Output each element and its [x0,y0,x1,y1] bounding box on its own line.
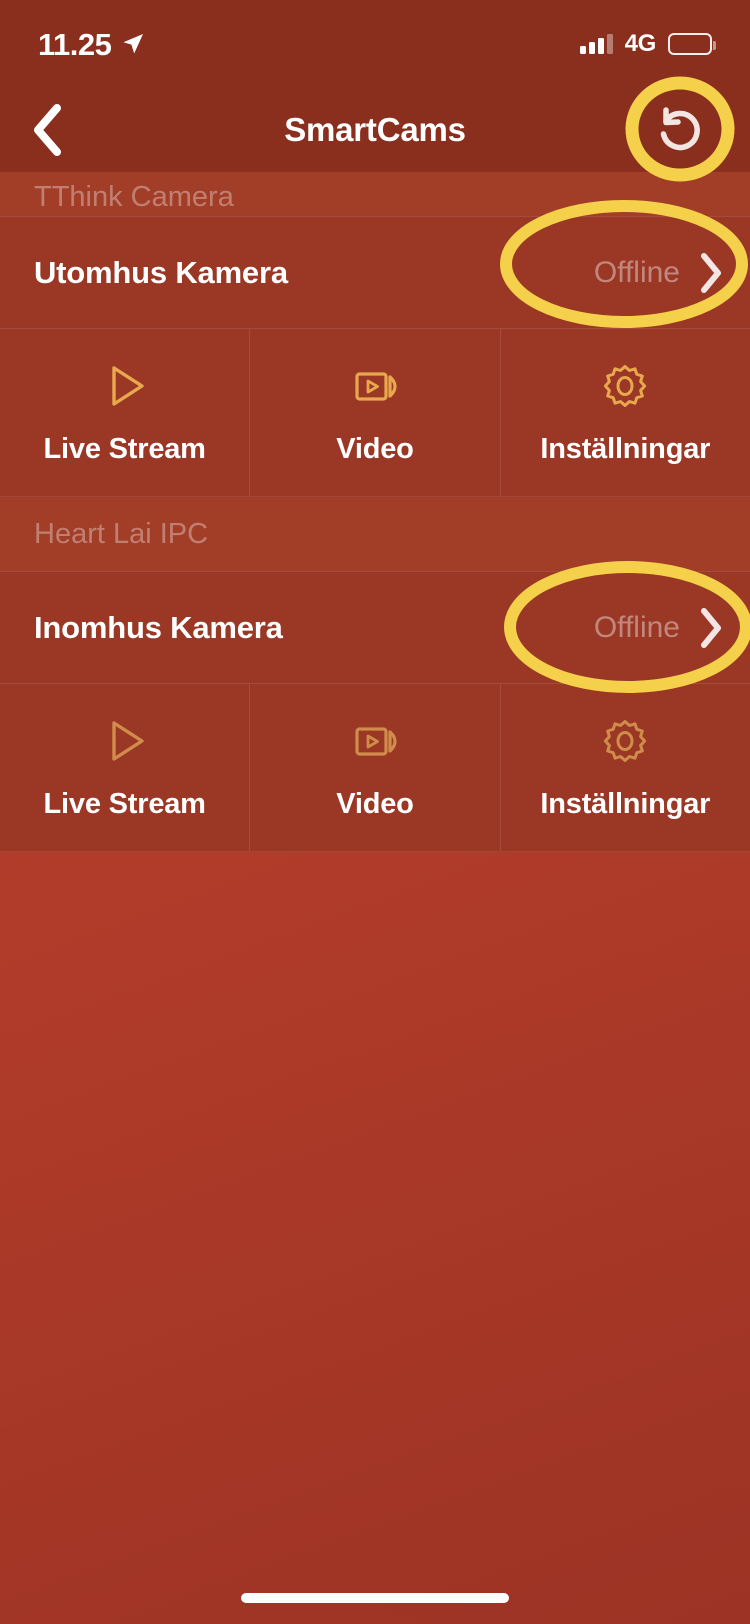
action-label: Video [336,433,414,465]
play-triangle-icon [98,359,152,413]
location-arrow-icon [123,34,144,54]
camera-group-1: TThink Camera Utomhus Kamera Offline Liv… [0,172,750,497]
action-live-stream-1[interactable]: Live Stream [0,329,249,496]
battery-icon [668,33,716,55]
camera-name: Inomhus Kamera [34,609,283,645]
camera-list: TThink Camera Utomhus Kamera Offline Liv… [0,172,750,852]
action-settings-1[interactable]: Inställningar [499,329,750,496]
action-label: Video [336,788,414,820]
action-video-1[interactable]: Video [249,329,499,496]
status-bar-right: 4G [579,30,716,58]
chevron-right-icon [701,607,721,648]
cellular-signal-icon [579,34,613,54]
chevron-right-icon [701,252,721,293]
action-label: Inställningar [540,788,711,820]
status-badge: Offline [593,255,680,289]
navigation-bar: SmartCams [0,88,750,172]
video-camera-icon [348,359,402,413]
camera-actions-2: Live Stream Video Inställningar [0,683,750,852]
home-indicator[interactable] [241,1593,509,1603]
status-time: 11.25 [38,26,112,62]
refresh-counterclockwise-icon [660,107,700,151]
camera-row-right: Offline [594,251,724,295]
network-type-label: 4G [624,30,657,57]
camera-row-inomhus[interactable]: Inomhus Kamera Offline [0,571,750,683]
camera-row-right: Offline [594,606,724,650]
status-bar-left: 11.25 [38,29,145,60]
play-triangle-icon [98,714,152,768]
refresh-button[interactable] [638,88,722,172]
camera-group-2: Heart Lai IPC Inomhus Kamera Offline Liv… [0,497,750,852]
action-label: Live Stream [43,433,206,465]
status-badge: Offline [593,610,680,644]
camera-actions-1: Live Stream Video Inställningar [0,328,750,497]
action-video-2[interactable]: Video [249,684,499,851]
gear-icon [598,359,652,413]
action-settings-2[interactable]: Inställningar [499,684,750,851]
section-header-2: Heart Lai IPC [0,497,750,571]
camera-name: Utomhus Kamera [34,254,288,290]
section-header-1: TThink Camera [0,172,750,216]
gear-icon [598,714,652,768]
camera-row-utomhus[interactable]: Utomhus Kamera Offline [0,216,750,328]
action-label: Inställningar [540,433,711,465]
video-camera-icon [348,714,402,768]
status-bar: 11.25 4G [0,0,750,88]
action-live-stream-2[interactable]: Live Stream [0,684,249,851]
action-label: Live Stream [43,788,206,820]
